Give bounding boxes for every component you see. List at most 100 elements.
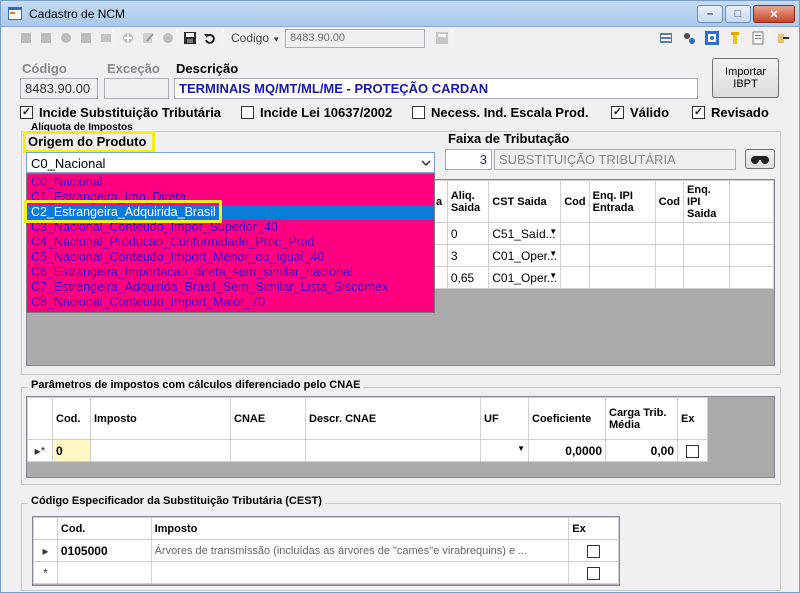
- origem-option[interactable]: C0_Nacional: [27, 175, 434, 190]
- exit-icon[interactable]: [776, 31, 790, 45]
- settings-icon[interactable]: [682, 31, 696, 45]
- origem-option[interactable]: C7_Estrangeira_Adquirida_Brasil_Sem_Simi…: [27, 280, 434, 295]
- chevron-down-icon[interactable]: ▼: [549, 271, 557, 280]
- chevron-down-icon[interactable]: ▼: [549, 227, 557, 236]
- cst-saida-cell[interactable]: C01_Oper... ▼: [488, 266, 562, 289]
- cnae-carga-cell[interactable]: 0,00: [605, 439, 678, 462]
- selected-option-highlight: [24, 200, 222, 223]
- aliq-saida-cell[interactable]: 0,65: [446, 266, 490, 289]
- column-header-enq-ipi-entrada: Enq. IPI Entrada: [588, 180, 656, 223]
- column-header-enq-ipi-saida: Enq. IPI Saida: [683, 180, 730, 223]
- cest-imposto-cell[interactable]: [150, 561, 570, 584]
- title-bar: Cadastro de NCM – □ ✕: [1, 1, 799, 27]
- toolbar-codigo-input[interactable]: 8483.90.00: [285, 29, 425, 48]
- codigo-field[interactable]: 8483.90.00: [20, 78, 98, 99]
- ex-checkbox[interactable]: [587, 566, 601, 580]
- table-row[interactable]: *: [33, 561, 619, 584]
- save-icon[interactable]: [183, 31, 197, 45]
- column-header-imposto: Imposto: [90, 397, 231, 440]
- next-record-icon[interactable]: [59, 31, 73, 45]
- cest-ex-cell[interactable]: [568, 539, 619, 562]
- table-row[interactable]: ▸* 0 ▼ 0,0000 0,00: [27, 439, 708, 462]
- origem-option[interactable]: C5_Nacional_Conteudo_Import_Menor_ou_Igu…: [27, 250, 434, 265]
- table-row[interactable]: 0 C51_Saíd... ▼: [432, 222, 774, 245]
- origem-combo[interactable]: C0_Nacional: [26, 152, 435, 173]
- table-row[interactable]: ▸ 0105000 Árvores de transmissão (incluí…: [33, 539, 619, 562]
- excecao-field[interactable]: [104, 78, 169, 99]
- undo-icon[interactable]: [203, 31, 217, 45]
- cst-saida-cell[interactable]: C51_Saíd... ▼: [488, 222, 562, 245]
- column-header-cod: Cod.: [56, 517, 152, 540]
- origem-selected-value: C0_Nacional: [31, 156, 106, 171]
- faixa-code-field[interactable]: 3: [445, 149, 492, 170]
- column-header-uf: UF: [480, 397, 529, 440]
- excecao-label: Exceção: [107, 61, 160, 76]
- flags-row: ✓ Incide Substituição Tributária Incide …: [20, 105, 790, 123]
- cnae-cnae-cell[interactable]: [230, 439, 306, 462]
- column-header-cod: Cod: [654, 180, 685, 223]
- cest-cod-cell[interactable]: 0105000: [56, 539, 152, 562]
- column-header-cod: Cod.: [52, 397, 91, 440]
- ex-checkbox[interactable]: [686, 444, 699, 458]
- cnae-descr-cell[interactable]: [305, 439, 481, 462]
- table-row[interactable]: 0,65 C01_Oper... ▼: [432, 266, 774, 289]
- calculator-icon[interactable]: [435, 31, 449, 45]
- cnae-coeficiente-cell[interactable]: 0,0000: [528, 439, 606, 462]
- faixa-search-button[interactable]: [745, 149, 775, 169]
- previous-record-icon[interactable]: [39, 31, 53, 45]
- column-header-ex: Ex: [677, 397, 708, 440]
- cnae-uf-cell[interactable]: ▼: [480, 439, 529, 462]
- maximize-button[interactable]: □: [725, 5, 751, 23]
- faixa-description-field: SUBSTITUIÇÃO TRIBUTÁRIA: [494, 149, 736, 170]
- column-header-blank: [728, 180, 774, 223]
- descricao-field[interactable]: TERMINAIS MQ/MT/ML/ME - PROTEÇÃO CARDAN: [174, 78, 698, 99]
- origem-option[interactable]: C4_Nacional_Producao_Conformidade_Proc_P…: [27, 235, 434, 250]
- grid-view-icon[interactable]: [659, 31, 673, 45]
- chevron-down-icon[interactable]: ▼: [517, 444, 525, 453]
- ex-checkbox[interactable]: [587, 544, 601, 558]
- column-header-coeficiente: Coeficiente: [528, 397, 606, 440]
- cest-ex-cell[interactable]: [568, 561, 619, 584]
- valido-checkbox[interactable]: ✓ Válido: [611, 105, 669, 120]
- new-row-marker: ▸*: [27, 439, 53, 462]
- edit-icon[interactable]: [141, 31, 155, 45]
- row-header-blank: [33, 517, 58, 540]
- ncm-window: Cadastro de NCM – □ ✕ Codigo ▾ 8483.90.0…: [0, 0, 800, 593]
- checkbox-box: ✓: [20, 106, 33, 119]
- column-header-aliq-saida: Aliq. Saida: [446, 180, 490, 223]
- report-icon[interactable]: [705, 31, 719, 45]
- incide-substituicao-checkbox[interactable]: ✓ Incide Substituição Tributária: [20, 105, 221, 120]
- aliq-saida-cell[interactable]: 0: [446, 222, 490, 245]
- filter-icon[interactable]: [728, 31, 742, 45]
- chevron-down-icon[interactable]: [417, 153, 434, 172]
- chevron-down-icon[interactable]: ▼: [549, 249, 557, 258]
- importar-ibpt-button[interactable]: Importar IBPT: [712, 58, 779, 98]
- toolbar-separator: [451, 30, 452, 48]
- chevron-down-icon[interactable]: ▾: [274, 34, 279, 45]
- cnae-imposto-cell[interactable]: [90, 439, 231, 462]
- aliq-saida-cell[interactable]: 3: [446, 244, 490, 267]
- cnae-group-label: Parâmetros de impostos com cálculos dife…: [28, 379, 364, 391]
- column-header-cnae: CNAE: [230, 397, 306, 440]
- origem-option[interactable]: C8_Nacional_Conteudo_Import_Maior_70: [27, 295, 434, 310]
- necess-ind-escala-checkbox[interactable]: Necess. Ind. Escala Prod.: [412, 105, 589, 120]
- cnae-ex-cell[interactable]: [677, 439, 708, 462]
- cst-saida-cell[interactable]: C01_Oper... ▼: [488, 244, 562, 267]
- minimize-button[interactable]: –: [697, 5, 723, 23]
- add-icon[interactable]: [121, 31, 135, 45]
- table-row[interactable]: 3 C01_Oper... ▼: [432, 244, 774, 267]
- revisado-checkbox[interactable]: ✓ Revisado: [692, 105, 769, 120]
- delete-icon[interactable]: [161, 31, 175, 45]
- incide-lei-checkbox[interactable]: Incide Lei 10637/2002: [241, 105, 392, 120]
- close-button[interactable]: ✕: [753, 5, 795, 23]
- toolbar-separator: [113, 30, 114, 48]
- first-record-icon[interactable]: [19, 31, 33, 45]
- origem-option[interactable]: C6_Estrangeira_Importacao_direta_sem_sim…: [27, 265, 434, 280]
- column-header-imposto: Imposto: [150, 517, 570, 540]
- cest-imposto-cell[interactable]: Árvores de transmissão (incluídas as árv…: [150, 539, 570, 562]
- document-icon[interactable]: [751, 31, 765, 45]
- last-record-icon[interactable]: [79, 31, 93, 45]
- cnae-cod-cell[interactable]: 0: [52, 439, 91, 462]
- cest-cod-cell[interactable]: [56, 561, 152, 584]
- refresh-icon[interactable]: [99, 31, 113, 45]
